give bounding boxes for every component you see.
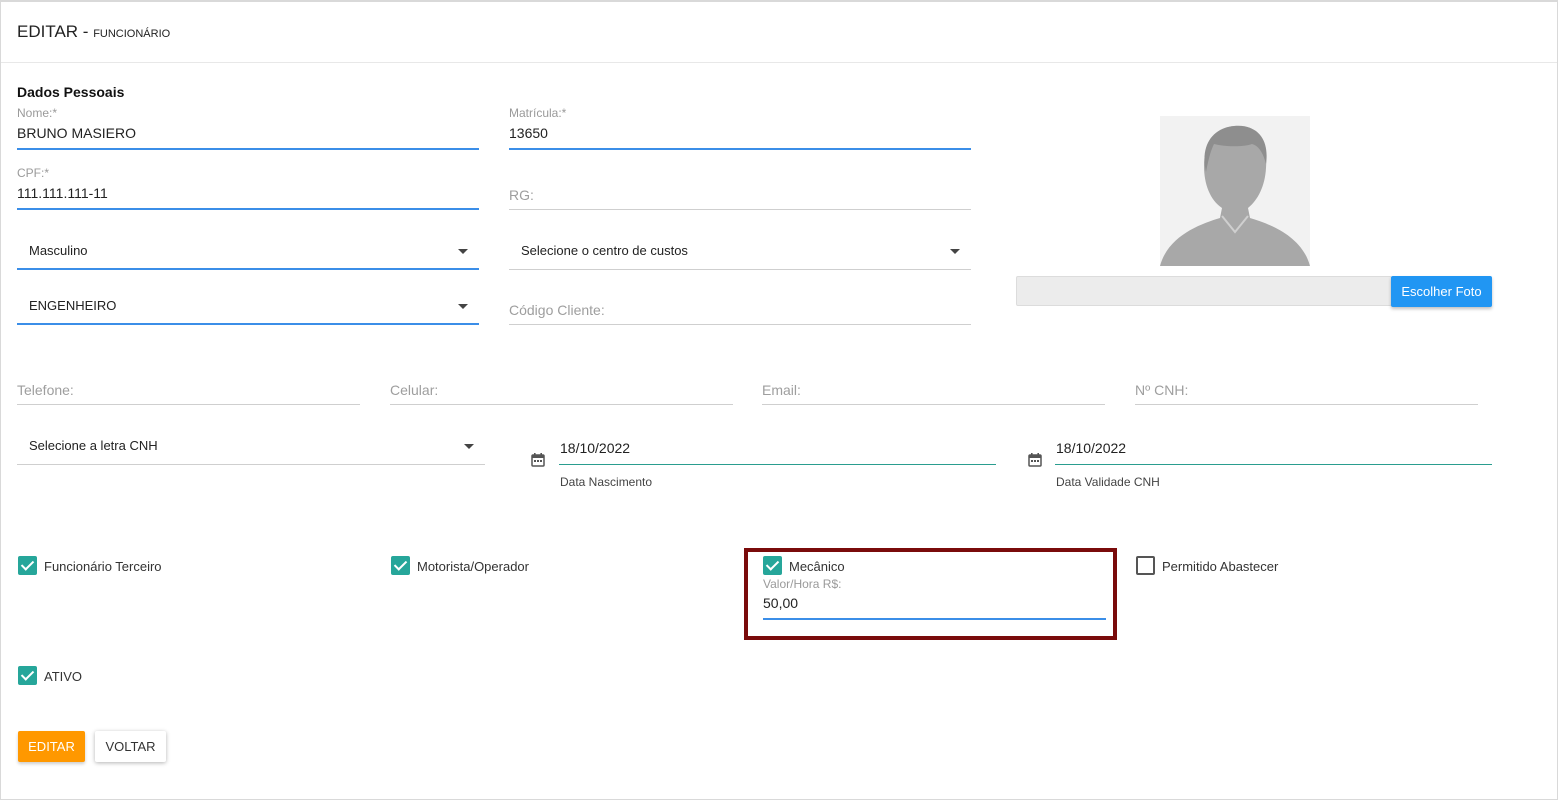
ativo-label[interactable]: ATIVO bbox=[44, 669, 82, 684]
chevron-down-icon bbox=[458, 304, 468, 309]
valor-hora-underline bbox=[763, 618, 1106, 620]
motorista-operador-label[interactable]: Motorista/Operador bbox=[417, 559, 529, 574]
letra-cnh-underline bbox=[17, 464, 485, 465]
cnh-underline bbox=[1135, 404, 1478, 405]
data-nascimento-field[interactable]: 18/10/2022 bbox=[560, 440, 630, 456]
nome-field[interactable]: BRUNO MASIERO bbox=[17, 125, 136, 141]
celular-field[interactable]: Celular: bbox=[390, 382, 438, 398]
valor-hora-field[interactable]: 50,00 bbox=[763, 595, 798, 611]
centro-custos-underline bbox=[509, 269, 971, 270]
funcionario-terceiro-checkbox[interactable] bbox=[18, 556, 37, 575]
ativo-checkbox[interactable] bbox=[18, 666, 37, 685]
motorista-operador-checkbox[interactable] bbox=[391, 556, 410, 575]
sexo-select-value: Masculino bbox=[29, 243, 88, 258]
permitido-abastecer-label[interactable]: Permitido Abastecer bbox=[1162, 559, 1278, 574]
rg-underline bbox=[509, 209, 971, 210]
user-silhouette-icon bbox=[1160, 125, 1310, 266]
cpf-label: CPF:* bbox=[17, 166, 50, 180]
codigo-cliente-underline bbox=[509, 324, 971, 325]
telefone-field[interactable]: Telefone: bbox=[17, 382, 74, 398]
chevron-down-icon bbox=[464, 444, 474, 449]
cpf-field[interactable]: 111.111.111-11 bbox=[17, 185, 108, 201]
nome-label: Nome:* bbox=[17, 106, 58, 120]
photo-file-input[interactable] bbox=[1016, 276, 1392, 306]
matricula-label: Matrícula:* bbox=[509, 106, 567, 120]
centro-custos-select-value: Selecione o centro de custos bbox=[521, 243, 688, 258]
data-validade-cnh-field[interactable]: 18/10/2022 bbox=[1056, 440, 1126, 456]
back-button[interactable]: VOLTAR bbox=[95, 731, 166, 762]
page-header: EDITAR - FUNCIONÁRIO bbox=[1, 2, 1557, 63]
page-title-main: EDITAR bbox=[17, 22, 79, 41]
cargo-underline bbox=[17, 323, 479, 325]
matricula-field[interactable]: 13650 bbox=[509, 125, 548, 141]
email-field[interactable]: Email: bbox=[762, 382, 801, 398]
valor-hora-label: Valor/Hora R$: bbox=[763, 577, 842, 591]
mecanico-checkbox[interactable] bbox=[763, 556, 782, 575]
edit-button[interactable]: EDITAR bbox=[18, 731, 85, 762]
sexo-select[interactable]: Masculino bbox=[17, 234, 479, 270]
data-nascimento-hint: Data Nascimento bbox=[560, 475, 653, 489]
section-title: Dados Pessoais bbox=[17, 84, 125, 100]
permitido-abastecer-checkbox[interactable] bbox=[1136, 556, 1155, 575]
data-nascimento-underline bbox=[559, 464, 996, 465]
calendar-icon[interactable] bbox=[531, 453, 545, 467]
celular-underline bbox=[390, 404, 733, 405]
funcionario-terceiro-label[interactable]: Funcionário Terceiro bbox=[44, 559, 162, 574]
letra-cnh-select-value: Selecione a letra CNH bbox=[29, 438, 158, 453]
nome-underline bbox=[17, 148, 479, 150]
cpf-underline bbox=[17, 208, 479, 210]
telefone-underline bbox=[17, 404, 360, 405]
avatar bbox=[1160, 116, 1310, 266]
cargo-select[interactable]: ENGENHEIRO bbox=[17, 289, 479, 325]
data-validade-cnh-hint: Data Validade CNH bbox=[1056, 475, 1160, 489]
rg-field[interactable]: RG: bbox=[509, 187, 534, 203]
chevron-down-icon bbox=[458, 249, 468, 254]
page-frame: EDITAR - FUNCIONÁRIO Dados Pessoais Nome… bbox=[0, 0, 1558, 800]
chevron-down-icon bbox=[950, 249, 960, 254]
matricula-underline bbox=[509, 148, 971, 150]
sexo-underline bbox=[17, 268, 479, 270]
calendar-icon[interactable] bbox=[1028, 453, 1042, 467]
cargo-select-value: ENGENHEIRO bbox=[29, 298, 117, 313]
cnh-field[interactable]: Nº CNH: bbox=[1135, 382, 1188, 398]
email-underline bbox=[762, 404, 1105, 405]
centro-custos-select[interactable]: Selecione o centro de custos bbox=[509, 234, 971, 270]
data-validade-cnh-underline bbox=[1055, 464, 1492, 465]
page-title-separator: - bbox=[78, 22, 94, 41]
letra-cnh-select[interactable]: Selecione a letra CNH bbox=[17, 429, 485, 465]
page-title-subtitle: FUNCIONÁRIO bbox=[93, 28, 171, 40]
mecanico-label[interactable]: Mecânico bbox=[789, 559, 845, 574]
choose-photo-button[interactable]: Escolher Foto bbox=[1391, 276, 1492, 307]
page-title: EDITAR - FUNCIONÁRIO bbox=[17, 22, 170, 42]
codigo-cliente-field[interactable]: Código Cliente: bbox=[509, 302, 605, 318]
